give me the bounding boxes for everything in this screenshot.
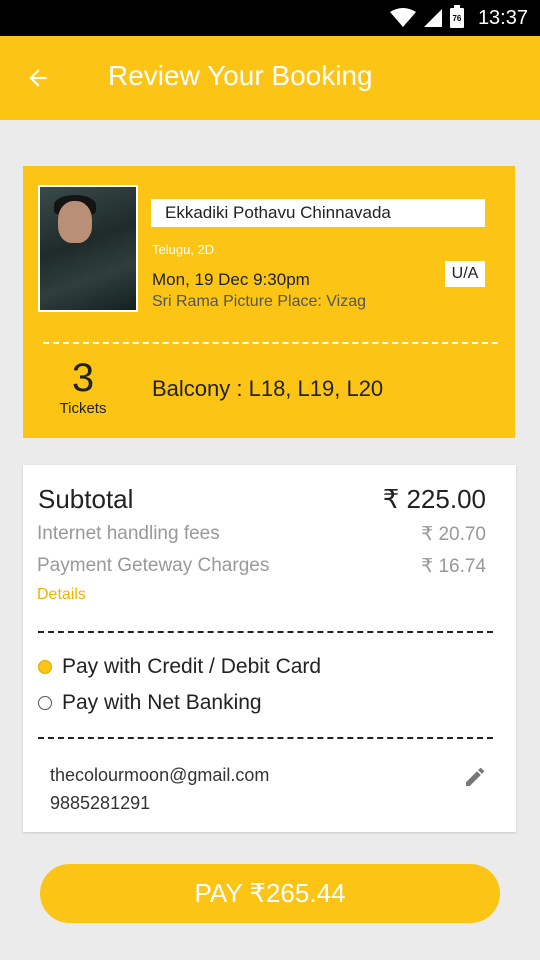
subtotal-value: ₹ 225.00 <box>382 484 486 514</box>
subtotal-label: Subtotal <box>38 484 134 514</box>
internet-fee-value: ₹ 20.70 <box>421 524 486 545</box>
option-label: Pay with Credit / Debit Card <box>62 655 322 678</box>
pay-with-netbanking-option[interactable]: Pay with Net Banking <box>38 689 262 717</box>
back-button[interactable] <box>18 58 58 98</box>
page-title: Review Your Booking <box>108 60 373 91</box>
option-label: Pay with Net Banking <box>62 691 262 714</box>
movie-language-format: Telugu, 2D <box>152 242 215 257</box>
movie-poster <box>38 185 138 312</box>
signal-icon <box>423 9 442 27</box>
internet-fee-label: Internet handling fees <box>37 523 220 544</box>
back-arrow-icon <box>29 69 47 87</box>
ticket-divider <box>43 342 498 344</box>
battery-icon: 76 <box>449 5 464 28</box>
ticket-count: 3 <box>71 356 95 400</box>
show-time: Mon, 19 Dec 9:30pm <box>152 270 310 289</box>
app-bar: Review Your Booking <box>0 36 540 120</box>
status-bar: 76 13:37 <box>0 0 540 36</box>
pay-button[interactable]: PAY ₹265.44 <box>40 864 500 923</box>
edit-contact-button[interactable] <box>463 765 487 789</box>
dashed-divider <box>38 631 493 633</box>
dashed-divider <box>38 737 493 739</box>
seat-info: Balcony : L18, L19, L20 <box>152 376 384 401</box>
radio-selected-icon[interactable] <box>38 660 52 674</box>
certificate-badge: U/A <box>445 261 485 287</box>
ticket-card: Ekkadiki Pothavu Chinnavada Telugu, 2D M… <box>23 166 515 438</box>
status-time: 13:37 <box>477 6 528 29</box>
gateway-fee-label: Payment Geteway Charges <box>37 555 270 576</box>
contact-email: thecolourmoon@gmail.com <box>50 765 270 785</box>
movie-title: Ekkadiki Pothavu Chinnavada <box>151 199 485 227</box>
pay-with-card-option[interactable]: Pay with Credit / Debit Card <box>38 653 321 681</box>
theatre-name: Sri Rama Picture Place: Vizag <box>152 293 367 310</box>
payment-summary-card: Subtotal ₹ 225.00 Internet handling fees… <box>23 465 516 832</box>
gateway-fee-value: ₹ 16.74 <box>421 556 486 577</box>
contact-phone: 9885281291 <box>50 793 151 813</box>
wifi-icon <box>389 8 416 27</box>
status-icons: 76 13:37 <box>389 0 528 36</box>
tickets-label: Tickets <box>59 400 107 417</box>
details-link[interactable]: Details <box>37 586 86 604</box>
pencil-icon <box>466 767 485 786</box>
radio-unselected-icon[interactable] <box>38 696 52 710</box>
